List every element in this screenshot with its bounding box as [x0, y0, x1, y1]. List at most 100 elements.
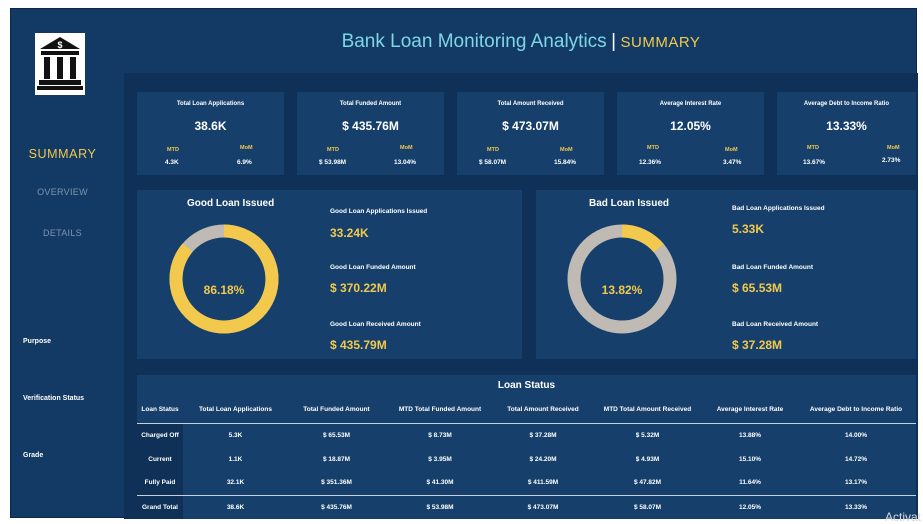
good-loan-donut — [169, 224, 279, 334]
bad-loan-funded-label: Bad Loan Funded Amount — [732, 264, 813, 271]
loan-status-panel: Loan Status Loan Status Total Loan Appli… — [137, 375, 916, 519]
kpi-mom-value: 13.04% — [394, 159, 417, 166]
table-cell: $ 47.82M — [633, 479, 662, 487]
bad-loan-received-label: Bad Loan Received Amount — [732, 321, 819, 328]
kpi-value: $ 473.07M — [502, 119, 559, 133]
table-cell: $ 37.28M — [529, 431, 557, 439]
table-total-row[interactable]: Grand Total 38.6K $ 435.76M $ 53.98M $ 4… — [137, 494, 916, 519]
good-loan-received-label: Good Loan Received Amount — [330, 321, 421, 328]
nav-overview[interactable]: OVERVIEW — [11, 187, 114, 197]
kpi-mom-value: 2.73% — [882, 157, 901, 164]
table-cell: 5.3K — [228, 431, 243, 439]
kpi-mtd-label: MTD — [167, 147, 179, 153]
table-cell: 32.1K — [226, 479, 245, 487]
kpi-label: Total Amount Received — [497, 101, 564, 107]
table-cell: 14.72% — [844, 455, 868, 463]
table-cell: $ 65.53M — [322, 431, 351, 439]
table-cell: 13.88% — [738, 431, 762, 439]
table-cell: $ 24.20M — [529, 455, 557, 463]
nav-summary[interactable]: SUMMARY — [11, 147, 114, 161]
kpi-mtd-label: MTD — [647, 145, 659, 151]
table-cell: 15.10% — [738, 455, 762, 463]
table-row[interactable]: Charged Off 5.3K $ 65.53M $ 8.73M $ 37.2… — [137, 423, 916, 447]
kpi-mtd-value: 13.67% — [803, 159, 826, 166]
kpi-mtd-value: 4.3K — [165, 159, 179, 166]
table-cell: $ 5.32M — [635, 431, 660, 439]
table-cell: 1.1K — [228, 455, 243, 463]
sidebar: $ SUMMARY OVERVIEW DETAILS Purpose Verif… — [11, 9, 114, 517]
dashboard-frame: $ SUMMARY OVERVIEW DETAILS Purpose Verif… — [10, 8, 918, 519]
table-row[interactable]: Current 1.1K $ 18.87M $ 3.95M $ 24.20M $… — [137, 447, 916, 471]
nav-details[interactable]: DETAILS — [11, 228, 114, 238]
table-header-row: Loan Status Total Loan Applications Tota… — [137, 397, 916, 424]
table-cell: $ 435.76M — [288, 494, 385, 519]
bad-loan-received-value: $ 37.28M — [732, 338, 783, 352]
table-cell: 38.6K — [183, 494, 288, 519]
page-subtitle: SUMMARY — [620, 34, 701, 51]
kpi-mom-value: 3.47% — [723, 159, 742, 166]
column-header[interactable]: Total Amount Received — [495, 397, 591, 424]
bad-loan-percent: 13.82% — [601, 283, 643, 297]
good-loan-title: Good Loan Issued — [187, 198, 275, 209]
kpi-label: Average Debt to Income Ratio — [803, 101, 890, 107]
kpi-value: 12.05% — [670, 119, 711, 133]
bad-loan-applications-label: Bad Loan Applications Issued — [732, 205, 825, 212]
column-header[interactable]: Loan Status — [137, 397, 183, 424]
svg-text:$: $ — [57, 40, 62, 50]
column-header[interactable]: Average Debt to Income Ratio — [796, 397, 916, 424]
bad-loan-donut — [567, 224, 677, 334]
kpi-card-average-interest-rate: Average Interest Rate 12.05% MTD MoM 12.… — [617, 92, 764, 175]
table-cell: 11.64% — [739, 479, 761, 487]
column-header[interactable]: Total Funded Amount — [288, 397, 385, 424]
filter-grade[interactable]: Grade — [23, 452, 43, 459]
kpi-label: Average Interest Rate — [659, 101, 722, 107]
table-cell: $ 4.93M — [635, 455, 660, 463]
kpi-mom-label: MoM — [560, 147, 573, 153]
row-header: Charged Off — [137, 423, 183, 447]
table-cell: $ 8.73M — [428, 431, 452, 439]
column-header[interactable]: MTD Total Amount Received — [591, 397, 704, 424]
table-cell: $ 53.98M — [385, 494, 495, 519]
kpi-mtd-label: MTD — [487, 147, 499, 153]
kpi-value: $ 435.76M — [342, 119, 399, 133]
row-header: Current — [137, 447, 183, 471]
table-cell: 14.00% — [844, 431, 868, 439]
kpi-mtd-label: MTD — [327, 147, 339, 153]
table-row[interactable]: Fully Paid 32.1K $ 351.36M $ 41.30M $ 41… — [137, 471, 916, 495]
good-loan-funded-value: $ 370.22M — [330, 281, 387, 295]
table-cell: $ 473.07M — [495, 494, 591, 519]
kpi-mom-label: MoM — [887, 145, 900, 151]
good-loan-funded-label: Good Loan Funded Amount — [330, 264, 416, 271]
row-header: Grand Total — [137, 494, 183, 519]
table-cell: $ 351.36M — [321, 479, 352, 487]
page-title: Bank Loan Monitoring Analytics | SUMMARY — [124, 31, 918, 53]
page-title-main: Bank Loan Monitoring Analytics — [341, 31, 607, 52]
column-header[interactable]: Average Interest Rate — [704, 397, 796, 424]
kpi-card-total-loan-applications: Total Loan Applications 38.6K MTD MoM 4.… — [137, 92, 284, 175]
kpi-card-total-funded-amount: Total Funded Amount $ 435.76M MTD MoM $ … — [297, 92, 444, 175]
bad-loan-title: Bad Loan Issued — [589, 198, 670, 209]
loan-status-title: Loan Status — [497, 380, 556, 391]
filter-verification-status[interactable]: Verification Status — [23, 395, 84, 402]
kpi-value: 38.6K — [194, 119, 227, 133]
column-header[interactable]: Total Loan Applications — [183, 397, 288, 424]
table-cell: $ 411.59M — [527, 479, 559, 487]
kpi-card-average-debt-to-income-ratio: Average Debt to Income Ratio 13.33% MTD … — [777, 92, 916, 175]
good-loan-applications-label: Good Loan Applications Issued — [330, 208, 428, 215]
filter-purpose[interactable]: Purpose — [23, 338, 51, 345]
table-cell: 12.05% — [704, 494, 796, 519]
table-cell: $ 18.87M — [322, 455, 351, 463]
bank-building-icon: $ — [35, 33, 85, 95]
good-loan-received-value: $ 435.79M — [330, 338, 387, 352]
row-header: Fully Paid — [137, 471, 183, 495]
kpi-mom-label: MoM — [725, 147, 738, 153]
good-loan-panel: Good Loan Issued 86.18% Good Loan Applic… — [137, 190, 522, 359]
bad-loan-panel: Bad Loan Issued 13.82% Bad Loan Applicat… — [536, 190, 916, 359]
table-cell: $ 58.07M — [591, 494, 704, 519]
main-area: Total Loan Applications 38.6K MTD MoM 4.… — [124, 73, 918, 519]
activation-watermark: Activat — [884, 510, 921, 524]
kpi-mom-label: MoM — [240, 145, 253, 151]
bad-loan-applications-value: 5.33K — [732, 222, 765, 236]
column-header[interactable]: MTD Total Funded Amount — [385, 397, 495, 424]
kpi-mom-value: 15.84% — [554, 159, 577, 166]
